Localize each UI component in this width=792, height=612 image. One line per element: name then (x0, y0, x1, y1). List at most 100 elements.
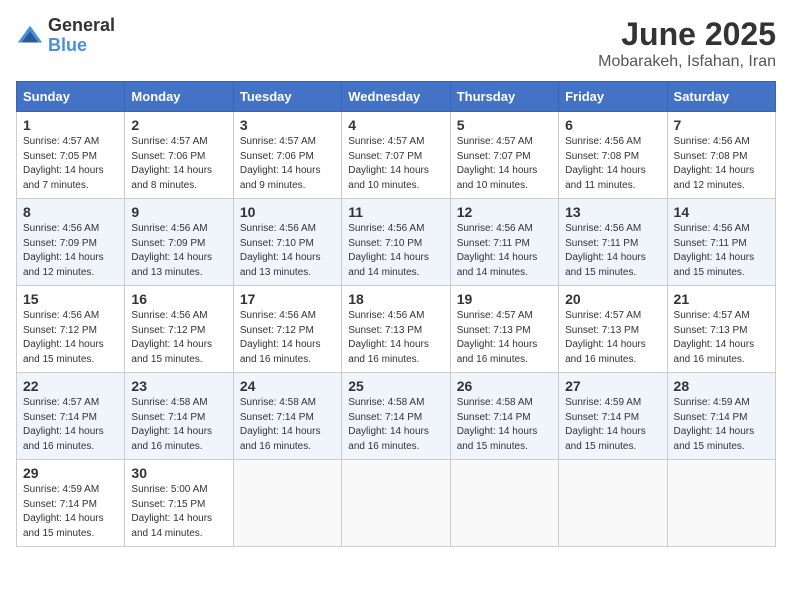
day-number: 10 (240, 204, 335, 220)
day-number: 16 (131, 291, 226, 307)
day-number: 14 (674, 204, 769, 220)
day-number: 9 (131, 204, 226, 220)
day-info: Sunrise: 4:58 AMSunset: 7:14 PMDaylight:… (131, 397, 212, 452)
calendar-cell: 13 Sunrise: 4:56 AMSunset: 7:11 PMDaylig… (559, 199, 667, 286)
logo-blue: Blue (48, 35, 87, 55)
day-number: 2 (131, 117, 226, 133)
calendar-cell: 8 Sunrise: 4:56 AMSunset: 7:09 PMDayligh… (17, 199, 125, 286)
calendar-cell (342, 460, 450, 547)
day-info: Sunrise: 4:56 AMSunset: 7:11 PMDaylight:… (565, 223, 646, 278)
day-info: Sunrise: 4:56 AMSunset: 7:10 PMDaylight:… (348, 223, 429, 278)
day-info: Sunrise: 4:58 AMSunset: 7:14 PMDaylight:… (348, 397, 429, 452)
calendar-cell (667, 460, 775, 547)
logo-icon (16, 22, 44, 50)
calendar-cell: 11 Sunrise: 4:56 AMSunset: 7:10 PMDaylig… (342, 199, 450, 286)
day-info: Sunrise: 4:57 AMSunset: 7:05 PMDaylight:… (23, 136, 104, 191)
day-number: 3 (240, 117, 335, 133)
calendar-cell: 16 Sunrise: 4:56 AMSunset: 7:12 PMDaylig… (125, 286, 233, 373)
calendar-cell: 20 Sunrise: 4:57 AMSunset: 7:13 PMDaylig… (559, 286, 667, 373)
calendar-cell: 9 Sunrise: 4:56 AMSunset: 7:09 PMDayligh… (125, 199, 233, 286)
day-info: Sunrise: 4:59 AMSunset: 7:14 PMDaylight:… (23, 484, 104, 539)
logo-general: General (48, 16, 115, 36)
calendar-week-row: 15 Sunrise: 4:56 AMSunset: 7:12 PMDaylig… (17, 286, 776, 373)
day-number: 13 (565, 204, 660, 220)
calendar-table: SundayMondayTuesdayWednesdayThursdayFrid… (16, 81, 776, 547)
day-info: Sunrise: 4:56 AMSunset: 7:11 PMDaylight:… (674, 223, 755, 278)
calendar-cell: 19 Sunrise: 4:57 AMSunset: 7:13 PMDaylig… (450, 286, 558, 373)
day-info: Sunrise: 4:57 AMSunset: 7:13 PMDaylight:… (674, 310, 755, 365)
calendar-cell (559, 460, 667, 547)
day-info: Sunrise: 4:58 AMSunset: 7:14 PMDaylight:… (240, 397, 321, 452)
calendar-cell: 25 Sunrise: 4:58 AMSunset: 7:14 PMDaylig… (342, 373, 450, 460)
day-number: 25 (348, 378, 443, 394)
calendar-cell: 15 Sunrise: 4:56 AMSunset: 7:12 PMDaylig… (17, 286, 125, 373)
title-area: June 2025 Mobarakeh, Isfahan, Iran (598, 16, 776, 71)
header-wednesday: Wednesday (342, 82, 450, 112)
calendar-cell: 18 Sunrise: 4:56 AMSunset: 7:13 PMDaylig… (342, 286, 450, 373)
calendar-cell: 28 Sunrise: 4:59 AMSunset: 7:14 PMDaylig… (667, 373, 775, 460)
calendar-week-row: 8 Sunrise: 4:56 AMSunset: 7:09 PMDayligh… (17, 199, 776, 286)
header-saturday: Saturday (667, 82, 775, 112)
day-info: Sunrise: 4:56 AMSunset: 7:08 PMDaylight:… (674, 136, 755, 191)
calendar-cell: 5 Sunrise: 4:57 AMSunset: 7:07 PMDayligh… (450, 112, 558, 199)
calendar-cell: 24 Sunrise: 4:58 AMSunset: 7:14 PMDaylig… (233, 373, 341, 460)
calendar-cell (450, 460, 558, 547)
page-header: General Blue June 2025 Mobarakeh, Isfaha… (16, 16, 776, 71)
calendar-cell: 2 Sunrise: 4:57 AMSunset: 7:06 PMDayligh… (125, 112, 233, 199)
header-tuesday: Tuesday (233, 82, 341, 112)
day-number: 21 (674, 291, 769, 307)
calendar-cell: 17 Sunrise: 4:56 AMSunset: 7:12 PMDaylig… (233, 286, 341, 373)
calendar-cell: 26 Sunrise: 4:58 AMSunset: 7:14 PMDaylig… (450, 373, 558, 460)
day-info: Sunrise: 4:57 AMSunset: 7:14 PMDaylight:… (23, 397, 104, 452)
calendar-cell (233, 460, 341, 547)
logo: General Blue (16, 16, 115, 56)
day-number: 17 (240, 291, 335, 307)
calendar-cell: 27 Sunrise: 4:59 AMSunset: 7:14 PMDaylig… (559, 373, 667, 460)
calendar-cell: 10 Sunrise: 4:56 AMSunset: 7:10 PMDaylig… (233, 199, 341, 286)
calendar-header-row: SundayMondayTuesdayWednesdayThursdayFrid… (17, 82, 776, 112)
day-number: 19 (457, 291, 552, 307)
day-info: Sunrise: 4:57 AMSunset: 7:13 PMDaylight:… (457, 310, 538, 365)
location-subtitle: Mobarakeh, Isfahan, Iran (598, 53, 776, 71)
day-info: Sunrise: 4:57 AMSunset: 7:13 PMDaylight:… (565, 310, 646, 365)
calendar-cell: 7 Sunrise: 4:56 AMSunset: 7:08 PMDayligh… (667, 112, 775, 199)
day-number: 22 (23, 378, 118, 394)
day-number: 23 (131, 378, 226, 394)
calendar-week-row: 22 Sunrise: 4:57 AMSunset: 7:14 PMDaylig… (17, 373, 776, 460)
day-info: Sunrise: 4:56 AMSunset: 7:09 PMDaylight:… (23, 223, 104, 278)
day-number: 24 (240, 378, 335, 394)
day-number: 5 (457, 117, 552, 133)
day-number: 1 (23, 117, 118, 133)
day-number: 6 (565, 117, 660, 133)
day-number: 28 (674, 378, 769, 394)
day-info: Sunrise: 4:57 AMSunset: 7:06 PMDaylight:… (240, 136, 321, 191)
day-number: 30 (131, 465, 226, 481)
day-info: Sunrise: 4:59 AMSunset: 7:14 PMDaylight:… (674, 397, 755, 452)
day-number: 11 (348, 204, 443, 220)
day-info: Sunrise: 5:00 AMSunset: 7:15 PMDaylight:… (131, 484, 212, 539)
header-monday: Monday (125, 82, 233, 112)
calendar-cell: 29 Sunrise: 4:59 AMSunset: 7:14 PMDaylig… (17, 460, 125, 547)
calendar-cell: 1 Sunrise: 4:57 AMSunset: 7:05 PMDayligh… (17, 112, 125, 199)
calendar-cell: 21 Sunrise: 4:57 AMSunset: 7:13 PMDaylig… (667, 286, 775, 373)
day-info: Sunrise: 4:59 AMSunset: 7:14 PMDaylight:… (565, 397, 646, 452)
calendar-cell: 3 Sunrise: 4:57 AMSunset: 7:06 PMDayligh… (233, 112, 341, 199)
day-info: Sunrise: 4:56 AMSunset: 7:09 PMDaylight:… (131, 223, 212, 278)
day-number: 4 (348, 117, 443, 133)
day-info: Sunrise: 4:58 AMSunset: 7:14 PMDaylight:… (457, 397, 538, 452)
day-info: Sunrise: 4:56 AMSunset: 7:08 PMDaylight:… (565, 136, 646, 191)
calendar-cell: 12 Sunrise: 4:56 AMSunset: 7:11 PMDaylig… (450, 199, 558, 286)
calendar-cell: 23 Sunrise: 4:58 AMSunset: 7:14 PMDaylig… (125, 373, 233, 460)
calendar-cell: 22 Sunrise: 4:57 AMSunset: 7:14 PMDaylig… (17, 373, 125, 460)
day-info: Sunrise: 4:57 AMSunset: 7:07 PMDaylight:… (348, 136, 429, 191)
day-number: 26 (457, 378, 552, 394)
day-info: Sunrise: 4:56 AMSunset: 7:11 PMDaylight:… (457, 223, 538, 278)
day-number: 20 (565, 291, 660, 307)
header-friday: Friday (559, 82, 667, 112)
day-info: Sunrise: 4:56 AMSunset: 7:12 PMDaylight:… (23, 310, 104, 365)
day-number: 8 (23, 204, 118, 220)
header-sunday: Sunday (17, 82, 125, 112)
calendar-cell: 30 Sunrise: 5:00 AMSunset: 7:15 PMDaylig… (125, 460, 233, 547)
day-info: Sunrise: 4:56 AMSunset: 7:12 PMDaylight:… (131, 310, 212, 365)
main-title: June 2025 (598, 16, 776, 53)
